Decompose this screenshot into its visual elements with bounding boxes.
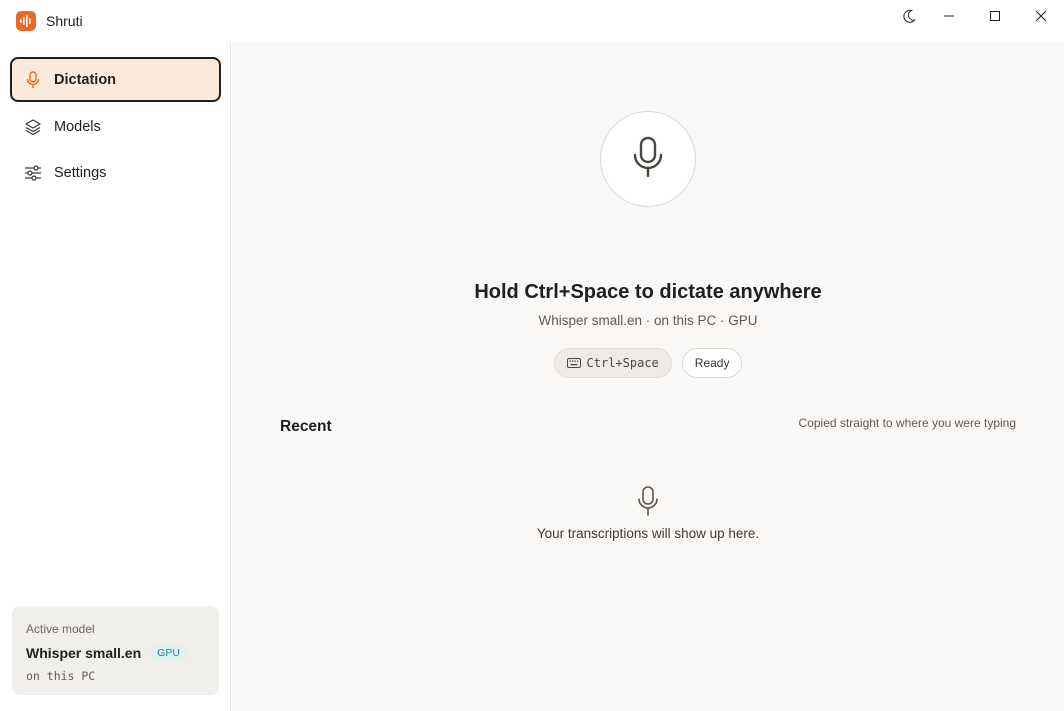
- title-bar: Shruti: [0, 0, 1064, 43]
- status-badge: Ready: [681, 348, 743, 378]
- sidebar-item-settings[interactable]: Settings: [10, 150, 221, 195]
- minimize-icon: [943, 10, 955, 22]
- layers-icon: [24, 118, 42, 136]
- keyboard-icon: [566, 358, 581, 368]
- active-model-card: Active model Whisper small.en GPU on thi…: [12, 606, 219, 695]
- hotkey-chip: Ctrl+Space: [553, 348, 672, 378]
- main-content: Hold Ctrl+Space to dictate anywhere Whis…: [232, 43, 1064, 711]
- empty-state-text: Your transcriptions will show up here.: [536, 526, 760, 541]
- page-title: Hold Ctrl+Space to dictate anywhere: [474, 281, 822, 303]
- sidebar: Dictation Models Settings Active model W…: [0, 43, 231, 711]
- hotkey-label: Ctrl+Space: [586, 356, 659, 370]
- model-summary: Whisper small.en · on this PC · GPU: [538, 313, 758, 328]
- microphone-icon: [24, 70, 42, 89]
- sidebar-item-models[interactable]: Models: [10, 104, 221, 149]
- record-button[interactable]: [600, 111, 696, 207]
- sidebar-item-label: Dictation: [54, 71, 117, 88]
- sidebar-item-label: Settings: [54, 164, 107, 181]
- status-chips: Ctrl+Space Ready: [232, 348, 1064, 378]
- sidebar-item-dictation[interactable]: Dictation: [10, 57, 221, 102]
- active-model-name: Whisper small.en: [26, 645, 142, 661]
- gpu-badge: GPU: [151, 645, 186, 661]
- microphone-icon: [636, 486, 660, 516]
- moon-icon: [901, 8, 917, 24]
- soundwave-icon: [16, 11, 36, 31]
- close-button[interactable]: [1018, 0, 1064, 32]
- close-icon: [1035, 10, 1047, 22]
- maximize-button[interactable]: [972, 0, 1018, 32]
- maximize-icon: [989, 10, 1001, 22]
- app-title: Shruti: [46, 13, 83, 29]
- sliders-icon: [24, 164, 42, 182]
- recent-heading: Recent: [280, 418, 332, 435]
- active-model-location: on this PC: [26, 669, 96, 683]
- minimize-button[interactable]: [926, 0, 972, 32]
- microphone-icon: [632, 136, 664, 183]
- recent-note: Copied straight to where you were typing: [798, 416, 1016, 430]
- active-model-caption: Active model: [26, 622, 95, 636]
- sidebar-item-label: Models: [54, 118, 101, 135]
